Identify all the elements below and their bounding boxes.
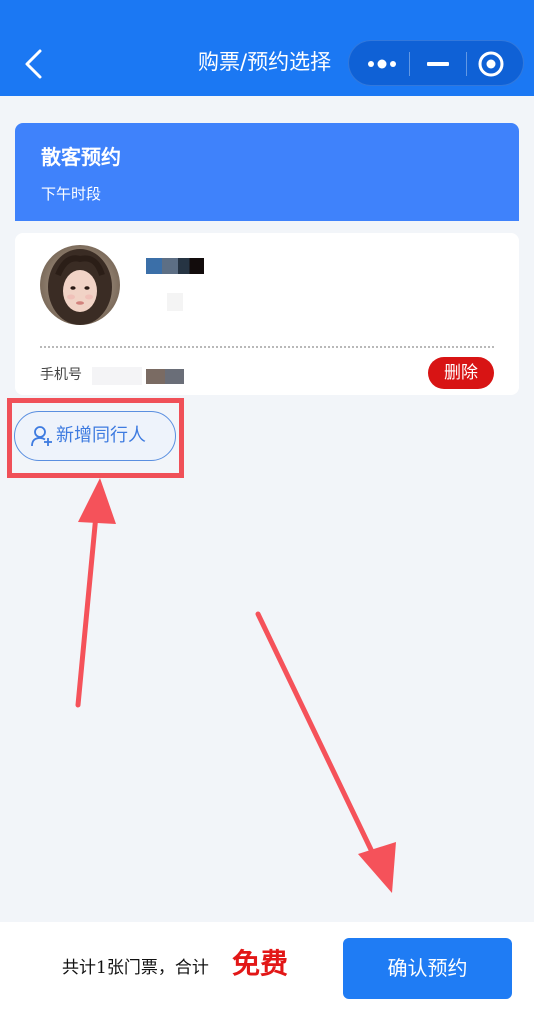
ticket-title: 散客预约 — [41, 145, 121, 169]
phone-number-redacted — [92, 367, 142, 385]
more-dots-icon[interactable] — [363, 50, 403, 78]
ticket-summary: 共计1张门票，合计 — [62, 958, 209, 978]
visitor-card: 手机号 删除 — [15, 233, 519, 395]
capsule-divider — [409, 52, 410, 76]
bottom-bar: 共计1张门票，合计 免费 确认预约 — [0, 922, 534, 1010]
total-price: 免费 — [232, 947, 289, 980]
page-title: 购票/预约选择 — [198, 50, 332, 74]
arrow-to-add-companion — [75, 478, 116, 708]
visitor-name-redacted — [146, 258, 204, 274]
mini-program-capsule — [348, 40, 524, 86]
capsule-divider — [466, 52, 467, 76]
ticket-type-card: 散客预约 下午时段 — [15, 123, 519, 221]
arrow-to-confirm — [255, 611, 396, 893]
highlight-box-add-companion — [7, 398, 184, 478]
back-chevron-icon[interactable] — [20, 48, 50, 80]
title-bar: 购票/预约选择 — [0, 0, 534, 96]
visitor-id-redacted — [167, 293, 183, 311]
ticket-time-slot: 下午时段 — [41, 185, 102, 203]
dotted-divider — [40, 346, 494, 348]
phone-number-redacted — [146, 369, 184, 384]
avatar — [40, 245, 120, 325]
close-target-icon[interactable] — [475, 49, 507, 79]
minimize-icon[interactable] — [419, 50, 459, 78]
confirm-reservation-button[interactable]: 确认预约 — [343, 938, 512, 999]
phone-label: 手机号 — [40, 367, 82, 383]
delete-visitor-button[interactable]: 删除 — [428, 357, 494, 389]
